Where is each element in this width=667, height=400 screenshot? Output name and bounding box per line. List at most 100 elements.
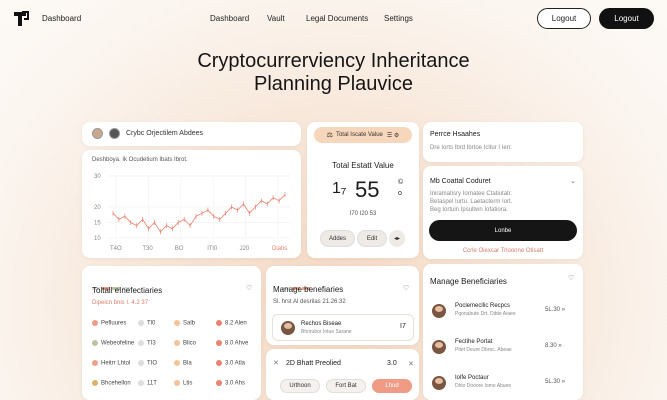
chart-header-card: Crybc Orjectilem Abdees [82,122,301,146]
purchase-subtitle: Dre Iorts Ibrd Ibrtoe Icltur I Ierr. [430,145,513,151]
total-value-number: 55 [355,177,380,202]
table-cell: 3.0 Atla [216,360,245,367]
beneficiary-actions-value: 3.0 [387,360,397,367]
nav-link-vault[interactable]: Vault [267,14,285,23]
table-cell-text: Webeofeline [101,340,135,347]
heart-icon[interactable]: ♡ [568,274,574,282]
contact-link[interactable]: Ccrle Oiexcar Trloonne Otisatt [423,248,583,254]
table-cell-text: TIO [147,360,157,367]
contact-card: Mb Coattal Coduret ⌄ Iniramatisry Iornat… [423,166,583,259]
table-cell-text: Bla [183,360,192,367]
avatar[interactable] [92,128,103,139]
more-actions-icon[interactable]: ◂▸ [389,230,405,247]
status-dot-icon [92,340,98,346]
table-cell: 8.2 Alen [216,320,247,327]
beneficiary-value: 5L.30 » [545,307,566,313]
table-cell: Tl0 [138,320,155,327]
beneficiary-detail: Pqonabute Drt. Dibte Aiaee [455,311,516,317]
x-tick-label: T30 [142,246,153,252]
heart-icon[interactable]: ♡ [246,284,252,292]
x-tick-label: ITl0 [207,246,218,252]
manage-beneficiaries-subtitle: Sl. hrst Al desrilas 21.26.32 [273,299,346,305]
beneficiary-detail: Pitet Deure Dbrec. Abeae [455,347,512,353]
table-cell-text: Pefluures [101,320,127,327]
heart-icon[interactable]: ♡ [403,284,409,292]
beneficiary-item[interactable]: Rechos Biseae Bhrirubor Iotue Sarane I7 [272,314,414,341]
total-value-tag[interactable]: ⚖ Total Iscate Value ☰ ⚙ [314,127,412,143]
manage-beneficiaries-card: ♡ Manage benefiaries Sl. hrst Al desrila… [266,266,419,345]
table-cell-text: Ltis [183,380,193,387]
contact-line-2: Betaspel Iurtu. Laetacterm Iort. [430,199,513,205]
manage-beneficiaries-title: Manage benefiaries [273,285,344,294]
close-icon[interactable]: ✕ [408,360,414,368]
table-row[interactable]: Heitrr Lhtol TIO Bla 3.0 Atla [92,358,252,372]
status-dot-icon [216,360,222,366]
table-cell-text: 3.0 Ahs [225,380,246,387]
list-item[interactable]: Iolfe Poctaur Dhio Dooore Iomo Abuee 5L.30… [429,369,577,399]
brand-logo-icon[interactable] [12,10,30,28]
table-cell: Heitrr Lhtol [92,360,130,367]
estate-value-icon: ⚖ [326,132,333,139]
tag-menu-icon: ☰ ⚙ [386,132,400,139]
beneficiary-detail: Bhrirubor Iotue Sarane [301,329,352,335]
table-row[interactable]: Bhcehellon 11T Ltis 3.0 Ahs [92,378,252,392]
avatar [432,304,446,318]
add-button[interactable]: Addes [320,230,355,247]
beneficiary-actions-title: 2D Bhatt Preolied [286,360,341,367]
page-title-line-1: Cryptocurrerviency Inheritance [197,50,470,72]
table-cell-text: Tl0 [147,320,156,327]
chevron-down-icon[interactable]: ⌄ [570,177,576,185]
table-cell: TIO [138,360,157,367]
status-dot-icon [138,360,144,366]
y-tick-label: 10 [94,236,101,242]
purchase-title: Perrce Hsaahes [430,131,481,138]
beneficiary-name: Fectihe Portat [455,339,493,345]
beneficiary-actions-card: ✕ 2D Bhatt Preolied 3.0 ✕ Urthoon Fort B… [266,349,419,400]
edit-button[interactable]: Edit [357,230,387,247]
table-row[interactable]: Webeofeline TI3 Blico 8.0 Ahve [92,338,252,352]
total-value-breakdown: I70 I20 53 [349,211,377,217]
x-tick-label: Diatis [272,246,287,252]
table-cell-text: TI3 [147,340,156,347]
table-cell-text: Blico [183,340,197,347]
contact-submit-button[interactable]: Lonbe [429,220,577,241]
avatar[interactable] [109,128,120,139]
beneficiaries-title: Toltall eInefectiaries [92,286,163,295]
total-value-suffix-2: o [398,190,402,197]
table-cell: 3.0 Ahs [216,380,245,387]
nav-link-legal-documents[interactable]: Legal Documents [306,14,368,23]
status-dot-icon [138,320,144,326]
close-icon[interactable]: ✕ [273,359,279,367]
x-tick-label: T4O [110,246,122,252]
table-cell-text: Bhcehellon [101,380,131,387]
logout-outline-button[interactable]: Logout [537,8,591,29]
list-item[interactable]: Poclemecllic Recpcs Pqonabute Drt. Dibte … [429,297,577,327]
table-cell-text: 8.2 Alen [225,320,247,327]
beneficiary-name: Iolfe Poctaur [455,375,489,381]
status-bars [282,277,318,290]
table-cell-text: 8.0 Ahve [225,340,249,347]
table-row[interactable]: Pefluures Tl0 Salb 8.2 Alen [92,318,252,332]
chart-subtitle: Deshboya. Ik Ocudetium Ibats Ibrot. [92,157,188,163]
top-nav: Dashboard Dashboard Vault Legal Document… [0,0,667,38]
beneficiary-detail: Dhio Dooore Iomo Abuee [455,383,512,389]
x-tick-label: J20 [240,246,250,252]
primary-action-button[interactable]: Lhud [372,379,412,393]
status-dot-icon [174,340,180,346]
total-value-label: Total Estatt Value [332,161,394,170]
logout-button[interactable]: Logout [599,8,654,29]
status-dot-icon [174,360,180,366]
action-button[interactable]: Urthoon [280,379,320,393]
table-cell: 8.0 Ahve [216,340,248,347]
action-button[interactable]: Fort Bat [326,379,366,393]
nav-link-dashboard[interactable]: Dashboard [210,14,249,23]
status-dot-icon [174,380,180,386]
table-cell: Bla [174,360,192,367]
y-tick-label: 20 [94,205,101,211]
y-tick-label: 30 [94,174,101,180]
beneficiaries-subtitle: Dipeicn bnis I. 4.2 37 [92,300,149,306]
beneficiary-value: 8.30 » [545,343,562,349]
status-dot-icon [216,320,222,326]
list-item[interactable]: Fectihe Portat Pitet Deure Dbrec. Abeae 8.… [429,333,577,363]
nav-link-settings[interactable]: Settings [384,14,413,23]
